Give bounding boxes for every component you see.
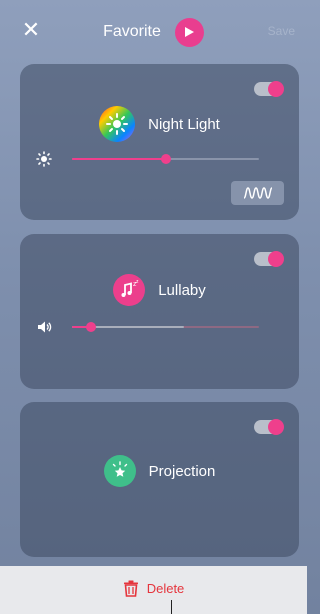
page-title: Favorite [103,23,161,40]
toggle-knob [268,419,284,435]
night-light-header: Night Light [20,106,299,142]
lullaby-label: Lullaby [158,281,206,299]
projection-header: Projection [20,455,299,487]
footer: Delete [0,566,307,614]
brightness-thumb[interactable] [160,154,171,164]
lullaby-card: z z Lullaby [20,234,299,389]
waveform-icon [243,187,272,199]
save-button[interactable]: Save [268,24,295,38]
toggle-knob [268,81,284,97]
night-light-toggle[interactable] [254,81,284,97]
trash-icon [123,580,138,597]
delete-button[interactable]: Delete [0,580,307,597]
projection-card: Projection [20,402,299,557]
toggle-knob [268,251,284,267]
brightness-fill [72,158,166,160]
projection-label: Projection [148,462,216,480]
brightness-icon [36,151,52,167]
delete-label: Delete [146,581,185,596]
lullaby-toggle[interactable] [254,251,284,267]
waveform-button[interactable] [231,181,284,205]
volume-thumb[interactable] [85,322,96,332]
brightness-track[interactable] [72,154,259,164]
music-note-icon: z z [113,274,146,306]
text-cursor [171,600,172,614]
star-projection-icon [103,455,136,487]
play-icon [185,27,195,37]
volume-track[interactable] [72,322,259,332]
lullaby-header: z z Lullaby [20,274,299,306]
rainbow-sun-icon [99,106,136,142]
header: ✕ Favorite Save [0,0,307,62]
title-group: Favorite [0,17,307,47]
projection-toggle[interactable] [254,419,284,435]
play-button[interactable] [174,17,204,47]
night-light-label: Night Light [148,115,220,133]
brightness-slider[interactable] [36,151,259,167]
night-light-card: Night Light [20,64,299,220]
volume-icon [38,321,52,333]
volume-slider[interactable] [36,319,259,335]
